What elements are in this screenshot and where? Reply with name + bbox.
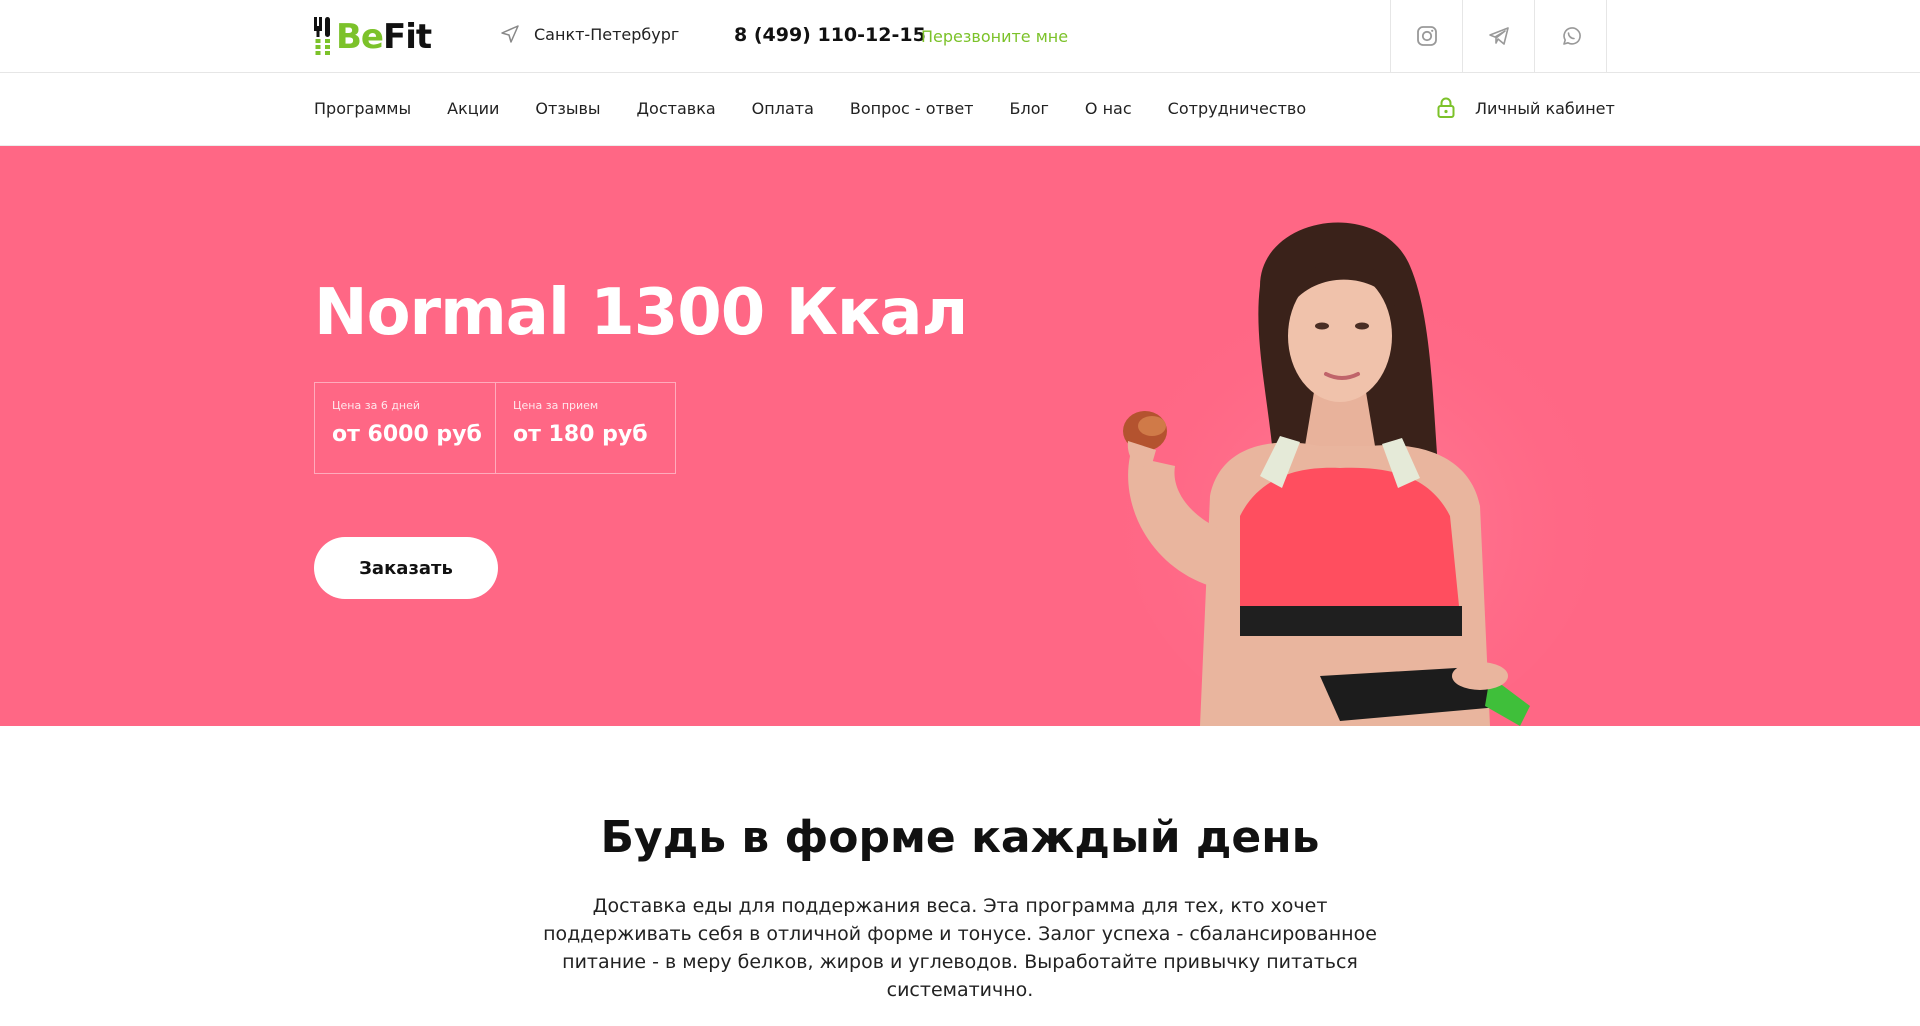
nav-item-cooperation[interactable]: Сотрудничество: [1168, 99, 1306, 118]
hero-banner: Normal 1300 Ккал Цена за 6 дней от 6000 …: [0, 146, 1920, 726]
intro-section: Будь в форме каждый день Доставка еды дл…: [0, 726, 1920, 1026]
befit-logo[interactable]: BeFit: [314, 17, 432, 57]
price-label: Цена за прием: [513, 399, 599, 412]
main-nav: Программы Акции Отзывы Доставка Оплата В…: [314, 99, 1342, 118]
nav-item-about[interactable]: О нас: [1085, 99, 1132, 118]
instagram-icon: [1416, 26, 1437, 46]
callback-link[interactable]: Перезвоните мне: [921, 27, 1068, 46]
price-value: от 180 руб: [513, 422, 648, 447]
telegram-icon: [1488, 27, 1509, 45]
nav-item-programs[interactable]: Программы: [314, 99, 411, 118]
intro-text: Доставка еды для поддержания веса. Эта п…: [543, 895, 1377, 1001]
nav-item-delivery[interactable]: Доставка: [637, 99, 716, 118]
nav-item-promotions[interactable]: Акции: [447, 99, 499, 118]
price-per-meal: Цена за прием от 180 руб: [495, 383, 675, 473]
whatsapp-button[interactable]: [1534, 0, 1607, 72]
nav-item-blog[interactable]: Блог: [1010, 99, 1049, 118]
lock-icon: [1437, 97, 1455, 118]
city-selector[interactable]: Санкт-Петербург: [500, 24, 679, 44]
logo-text: BeFit: [336, 17, 432, 57]
price-6-days: Цена за 6 дней от 6000 руб: [315, 383, 495, 473]
logo-fit: Fit: [382, 17, 432, 57]
nav-item-payment[interactable]: Оплата: [752, 99, 814, 118]
order-button[interactable]: Заказать: [314, 537, 498, 599]
nav-item-faq[interactable]: Вопрос - ответ: [850, 99, 974, 118]
instagram-button[interactable]: [1390, 0, 1462, 72]
top-bar: BeFit Санкт-Петербург 8 (499) 110-12-15 …: [0, 0, 1920, 73]
personal-account-link[interactable]: Личный кабинет: [1437, 97, 1615, 119]
main-nav-bar: Программы Акции Отзывы Доставка Оплата В…: [0, 73, 1920, 146]
location-arrow-icon: [501, 25, 519, 43]
social-links: [1390, 0, 1607, 72]
nav-item-reviews[interactable]: Отзывы: [535, 99, 600, 118]
whatsapp-icon: [1562, 27, 1581, 45]
telegram-button[interactable]: [1462, 0, 1534, 72]
hero-model-photo: [1120, 222, 1600, 726]
logo-be: Be: [336, 17, 384, 57]
price-box: Цена за 6 дней от 6000 руб Цена за прием…: [314, 382, 676, 474]
price-value: от 6000 руб: [332, 422, 482, 447]
price-label: Цена за 6 дней: [332, 399, 421, 412]
intro-title: Будь в форме каждый день: [600, 812, 1320, 863]
phone-number[interactable]: 8 (499) 110-12-15: [734, 24, 926, 46]
program-title: Normal 1300 Ккал: [314, 276, 968, 350]
fork-logo-icon: [314, 17, 330, 55]
account-label: Личный кабинет: [1475, 98, 1615, 118]
city-label: Санкт-Петербург: [534, 24, 680, 44]
